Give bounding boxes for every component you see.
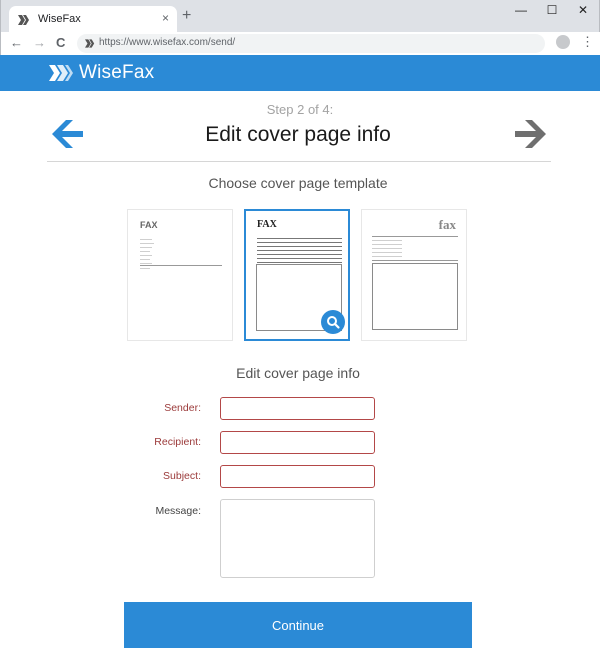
- sender-label: Sender:: [164, 402, 201, 414]
- url-text: https://www.wisefax.com/send/: [99, 37, 236, 48]
- browser-chrome: WiseFax × + — ☐ ✕ ← → C https://www.wise…: [0, 0, 600, 55]
- profile-avatar-icon[interactable]: [556, 35, 570, 49]
- subject-label: Subject:: [163, 470, 201, 482]
- recipient-field[interactable]: [220, 431, 375, 454]
- template-3-title: fax: [438, 217, 456, 232]
- template-card-3[interactable]: fax: [361, 209, 467, 341]
- template-card-2[interactable]: FAX: [244, 209, 350, 341]
- page-title: Edit cover page info: [205, 123, 391, 146]
- tab-title: WiseFax: [38, 13, 81, 25]
- browser-tab[interactable]: WiseFax ×: [9, 6, 177, 34]
- forward-icon[interactable]: →: [33, 35, 46, 50]
- logo-text[interactable]: WiseFax: [79, 62, 154, 84]
- browser-toolbar: ← → C https://www.wisefax.com/send/ ⋮: [1, 32, 600, 55]
- template-card-1[interactable]: FAX: [127, 209, 233, 341]
- app-header: WiseFax: [0, 55, 600, 91]
- magnifier-icon[interactable]: [321, 310, 345, 334]
- wisefax-logo-icon[interactable]: [49, 65, 73, 81]
- new-tab-button[interactable]: +: [182, 7, 191, 25]
- recipient-label: Recipient:: [154, 436, 201, 448]
- template-2-title: FAX: [257, 219, 277, 230]
- wisefax-favicon-icon: [18, 15, 29, 25]
- reload-icon[interactable]: C: [56, 35, 65, 50]
- form-heading: Edit cover page info: [236, 365, 360, 381]
- close-window-button[interactable]: ✕: [569, 3, 597, 17]
- step-indicator: Step 2 of 4:: [266, 102, 334, 117]
- message-textarea[interactable]: [220, 499, 375, 578]
- back-icon[interactable]: ←: [10, 35, 23, 50]
- tab-close-icon[interactable]: ×: [162, 11, 169, 25]
- templates-heading: Choose cover page template: [208, 175, 388, 191]
- browser-menu-icon[interactable]: ⋮: [581, 34, 594, 50]
- maximize-button[interactable]: ☐: [538, 3, 566, 17]
- message-label: Message:: [155, 505, 201, 517]
- header-divider: [47, 161, 551, 162]
- sender-field[interactable]: [220, 397, 375, 420]
- arrow-right-icon[interactable]: [513, 118, 547, 150]
- continue-button[interactable]: Continue: [124, 602, 472, 648]
- arrow-left-icon[interactable]: [51, 118, 85, 150]
- site-favicon-icon: [85, 39, 95, 48]
- minimize-button[interactable]: —: [507, 3, 535, 17]
- subject-field[interactable]: [220, 465, 375, 488]
- address-bar[interactable]: https://www.wisefax.com/send/: [77, 34, 545, 53]
- template-1-title: FAX: [140, 220, 158, 230]
